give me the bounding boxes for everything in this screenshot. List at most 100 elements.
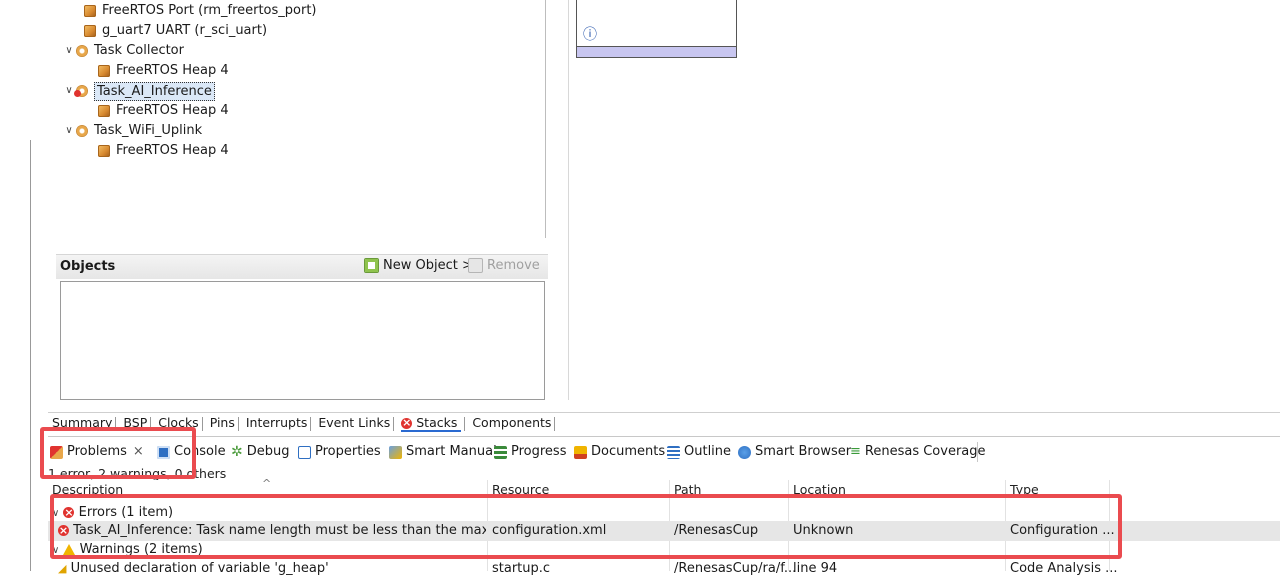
column-description[interactable]: Description xyxy=(52,482,123,497)
info-icon[interactable]: ⓘ xyxy=(583,24,597,44)
chevron-down-icon[interactable]: ∨ xyxy=(62,121,76,141)
tab-console-label: Console xyxy=(174,444,226,459)
objects-list[interactable] xyxy=(60,281,545,400)
errors-group-row[interactable]: ∨ Errors (1 item) xyxy=(48,503,1280,523)
warnings-group-cell: ∨ Warnings (2 items) xyxy=(52,540,203,561)
warning-icon xyxy=(63,544,76,555)
tree-item-label: Task_AI_Inference xyxy=(94,81,215,101)
tab-properties[interactable]: Properties xyxy=(298,442,381,462)
tab-components[interactable]: Components xyxy=(472,415,551,430)
warnings-group-row[interactable]: ∨ Warnings (2 items) xyxy=(48,540,1280,560)
tab-renesas-coverage[interactable]: ≡ Renesas Coverage xyxy=(850,442,986,462)
chevron-down-icon[interactable]: ∨ xyxy=(62,41,76,61)
thread-error-icon xyxy=(74,85,88,97)
smart-manual-icon xyxy=(389,445,402,459)
tree-item-heap4-a[interactable]: FreeRTOS Heap 4 xyxy=(98,61,229,81)
column-resource[interactable]: Resource xyxy=(492,482,549,497)
warnings-group-label: Warnings (2 items) xyxy=(79,542,203,557)
column-path[interactable]: Path xyxy=(674,482,701,497)
module-icon xyxy=(98,105,110,117)
table-row[interactable]: ◢ Unused declaration of variable 'g_heap… xyxy=(48,559,1280,579)
warning-type: Code Analysis ... xyxy=(1010,561,1118,576)
error-type: Configuration ... xyxy=(1010,523,1115,538)
problems-icon xyxy=(50,445,63,459)
remove-label: Remove xyxy=(487,258,540,273)
tab-problems[interactable]: Problems × xyxy=(50,442,144,462)
debug-icon: ✲ xyxy=(231,444,243,460)
tree-item-label: FreeRTOS Heap 4 xyxy=(116,63,229,78)
error-icon xyxy=(401,414,413,432)
console-icon xyxy=(157,445,170,459)
tree-item-uart7[interactable]: g_uart7 UART (r_sci_uart) xyxy=(84,21,267,41)
progress-icon xyxy=(494,445,507,459)
tree-item-task-collector[interactable]: ∨ Task Collector xyxy=(62,41,184,61)
tab-console[interactable]: Console xyxy=(157,442,226,462)
module-diagram-box[interactable]: ⓘ xyxy=(576,0,737,58)
tab-event-links[interactable]: Event Links xyxy=(318,415,390,430)
view-tabs-top-line xyxy=(48,436,1280,437)
chevron-down-icon[interactable]: ∨ xyxy=(52,508,59,519)
tree-item-task-wifi-uplink[interactable]: ∨ Task_WiFi_Uplink xyxy=(62,121,202,141)
remove-button[interactable]: Remove xyxy=(468,258,540,273)
error-path: /RenesasCup xyxy=(674,523,759,538)
config-tabs: Summary BSP Clocks Pins Interrupts Event… xyxy=(52,414,558,432)
tab-interrupts[interactable]: Interrupts xyxy=(246,415,308,430)
editor-left-border xyxy=(30,140,31,571)
column-location[interactable]: Location xyxy=(793,482,846,497)
view-tabs-end-sep xyxy=(977,442,978,462)
tree-item-label: FreeRTOS Port (rm_freertos_port) xyxy=(102,3,317,18)
close-icon[interactable]: × xyxy=(133,442,144,462)
error-icon xyxy=(58,521,69,541)
tab-renesas-coverage-label: Renesas Coverage xyxy=(864,444,986,459)
tab-bsp[interactable]: BSP xyxy=(123,415,147,430)
warning-description: Unused declaration of variable 'g_heap' xyxy=(70,561,329,576)
table-row[interactable]: Task_AI_Inference: Task name length must… xyxy=(48,521,1280,541)
objects-header: Objects New Object > Remove xyxy=(56,254,548,279)
coverage-icon: ≡ xyxy=(850,444,861,459)
tab-properties-label: Properties xyxy=(315,444,381,459)
tree-item-heap4-b[interactable]: FreeRTOS Heap 4 xyxy=(98,101,229,121)
sort-indicator-icon: ^ xyxy=(262,477,272,490)
module-icon xyxy=(98,65,110,77)
tab-summary[interactable]: Summary xyxy=(52,415,112,430)
tab-documents[interactable]: Documents xyxy=(574,442,665,462)
properties-icon xyxy=(298,445,311,459)
tab-clocks[interactable]: Clocks xyxy=(158,415,198,430)
documents-icon xyxy=(574,445,587,459)
problems-table-header xyxy=(48,480,1280,502)
tab-stacks[interactable]: Stacks xyxy=(401,414,462,432)
problems-summary: 1 error, 2 warnings, 0 others xyxy=(48,466,227,481)
tab-problems-label: Problems xyxy=(67,444,127,459)
tree-item-label: g_uart7 UART (r_sci_uart) xyxy=(102,23,268,38)
tab-smart-browser[interactable]: Smart Browser xyxy=(738,442,851,462)
tab-smart-manual-label: Smart Manual xyxy=(406,444,497,459)
tree-item-label: Task_WiFi_Uplink xyxy=(94,123,203,138)
column-type[interactable]: Type xyxy=(1010,482,1039,497)
new-object-button[interactable]: New Object > xyxy=(364,258,473,273)
module-icon xyxy=(84,5,96,17)
tab-debug[interactable]: ✲ Debug xyxy=(231,442,290,462)
tree-item-task-ai-inference[interactable]: ∨ Task_AI_Inference xyxy=(62,81,215,101)
tab-outline[interactable]: Outline xyxy=(667,442,731,462)
tree-item-heap4-c[interactable]: FreeRTOS Heap 4 xyxy=(98,141,229,161)
error-description-cell: Task_AI_Inference: Task name length must… xyxy=(58,521,486,541)
warning-item-icon: ◢ xyxy=(58,562,67,575)
center-divider xyxy=(568,0,569,400)
errors-group-label: Errors (1 item) xyxy=(78,505,174,520)
new-object-label: New Object > xyxy=(383,258,473,273)
tab-pins[interactable]: Pins xyxy=(210,415,235,430)
tree-item-freertos-port[interactable]: FreeRTOS Port (rm_freertos_port) xyxy=(84,1,317,21)
tab-debug-label: Debug xyxy=(246,444,290,459)
error-location: Unknown xyxy=(793,523,854,538)
error-resource: configuration.xml xyxy=(492,523,607,538)
tab-smart-manual[interactable]: Smart Manual xyxy=(389,442,497,462)
tree-item-label: Task Collector xyxy=(94,43,184,58)
chevron-down-icon[interactable]: ∨ xyxy=(52,545,59,556)
module-icon xyxy=(84,25,96,37)
thread-icon xyxy=(76,125,88,137)
thread-icon xyxy=(76,45,88,57)
new-object-icon xyxy=(364,258,379,273)
outline-icon xyxy=(667,445,680,459)
tab-progress[interactable]: Progress xyxy=(494,442,566,462)
config-tabs-top-line xyxy=(48,412,1280,413)
